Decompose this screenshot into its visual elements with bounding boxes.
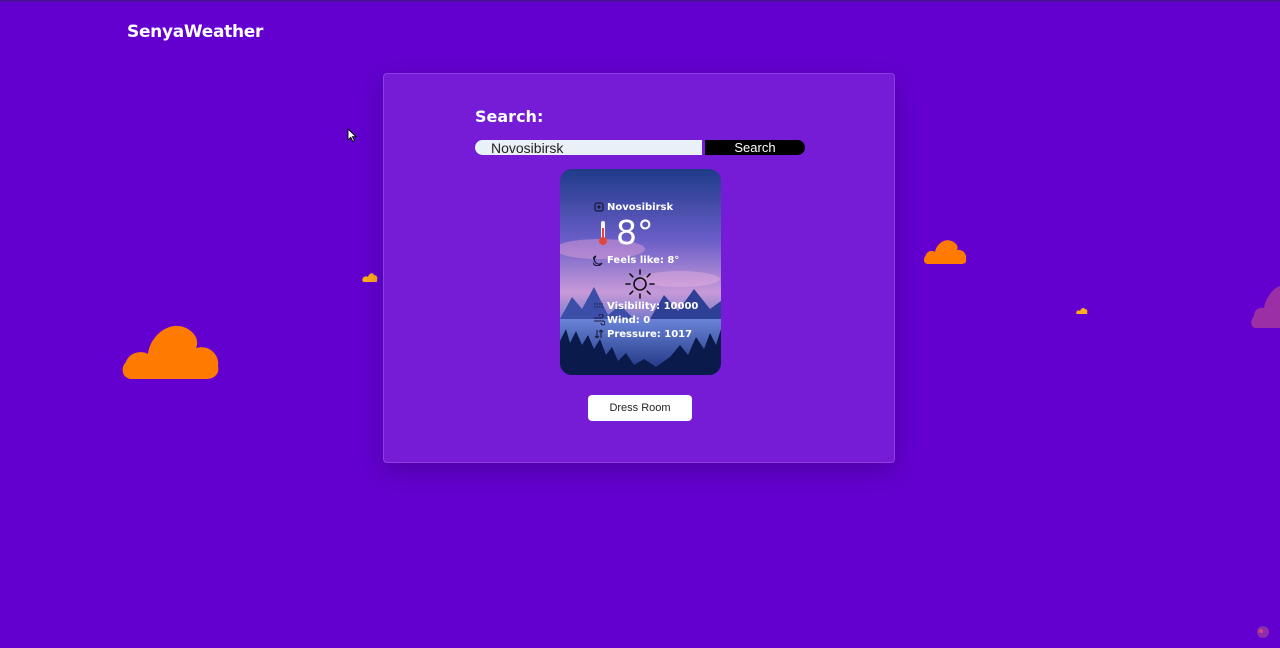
cloud-icon [1076, 307, 1088, 315]
visibility-text: Visibility: 10000 [607, 300, 699, 312]
weather-card: Novosibirsk 8° Feels like: 8° Visibility… [560, 169, 721, 375]
cloud-icon [120, 320, 221, 380]
visibility-row: Visibility: 10000 [593, 300, 698, 312]
city-row: Novosibirsk [593, 201, 673, 213]
cloud-icon [362, 272, 378, 283]
visibility-icon [594, 303, 604, 308]
pressure-text: Pressure: 1017 [607, 328, 693, 340]
wind-icon [594, 314, 605, 326]
search-button[interactable]: Search [705, 140, 805, 155]
dress-room-button[interactable]: Dress Room [588, 395, 692, 421]
temperature-value: 8° [616, 213, 654, 252]
search-input[interactable] [475, 140, 702, 155]
city-name: Novosibirsk [607, 201, 674, 213]
wind-row: Wind: 0 [593, 314, 650, 326]
sun-icon [625, 269, 655, 299]
top-border [0, 0, 1280, 2]
app-logo[interactable]: SenyaWeather [127, 22, 263, 42]
wind-text: Wind: 0 [607, 314, 651, 326]
moon-icon [593, 255, 603, 266]
feels-like-text: Feels like: 8° [607, 254, 680, 266]
pressure-icon [594, 329, 604, 339]
cloud-icon [1250, 282, 1280, 330]
thermometer-icon [599, 221, 607, 245]
pressure-row: Pressure: 1017 [593, 328, 692, 340]
search-panel: Search: Search [383, 73, 895, 463]
cloud-icon [923, 238, 967, 265]
extension-icon[interactable] [1256, 624, 1270, 643]
temperature-row: 8° [598, 215, 654, 251]
search-label: Search: [475, 107, 544, 126]
location-icon [594, 202, 604, 212]
cursor-icon [347, 127, 358, 143]
feels-like-row: Feels like: 8° [593, 254, 679, 266]
